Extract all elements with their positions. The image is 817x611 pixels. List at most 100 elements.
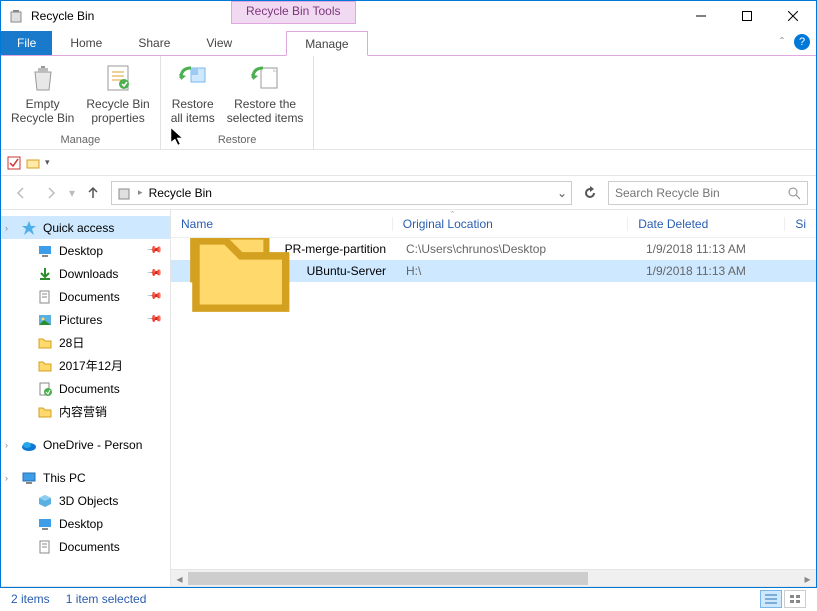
restore-selected-items-button[interactable]: Restore the selected items — [221, 58, 310, 132]
restore-all-icon — [177, 62, 209, 94]
navigation-bar: ▾ ▸ Recycle Bin ⌄ — [1, 176, 816, 210]
star-icon — [21, 220, 37, 236]
pin-icon: 📌 — [145, 288, 162, 305]
chevron-right-icon[interactable]: › — [5, 223, 8, 233]
pin-icon: 📌 — [145, 242, 162, 259]
documents-icon — [37, 539, 53, 555]
recycle-bin-app-icon — [8, 8, 24, 24]
column-size[interactable]: Si — [784, 217, 816, 231]
title-bar: Recycle Bin Recycle Bin Tools — [1, 1, 816, 31]
chevron-right-icon[interactable]: › — [5, 473, 8, 483]
address-bar[interactable]: ▸ Recycle Bin ⌄ — [111, 181, 572, 205]
large-icons-view-button[interactable] — [784, 590, 806, 608]
restore-selected-icon — [249, 62, 281, 94]
sidebar-item[interactable]: 3D Objects — [1, 489, 170, 512]
sidebar-item[interactable]: Pictures📌 — [1, 308, 170, 331]
folder-icon — [181, 238, 301, 331]
sidebar-this-pc[interactable]: › This PC — [1, 466, 170, 489]
documents-icon — [37, 289, 53, 305]
horizontal-scrollbar[interactable]: ◂ ▸ — [171, 569, 816, 586]
status-bar: 2 items 1 item selected — [1, 586, 816, 611]
sidebar-item[interactable]: Documents — [1, 377, 170, 400]
table-row[interactable]: UBuntu-ServerH:\1/9/2018 11:13 AM — [171, 260, 816, 282]
pin-icon: 📌 — [145, 311, 162, 328]
sidebar-item[interactable]: Downloads📌 — [1, 262, 170, 285]
maximize-button[interactable] — [724, 1, 770, 31]
search-box[interactable] — [608, 181, 808, 205]
ribbon-group-label: Restore — [218, 132, 257, 149]
search-input[interactable] — [615, 186, 787, 200]
recycle-bin-icon — [116, 185, 132, 201]
sidebar-item[interactable]: Desktop — [1, 512, 170, 535]
contextual-tab-label: Recycle Bin Tools — [231, 1, 356, 24]
folder-icon — [37, 404, 53, 420]
sidebar-item[interactable]: 内容营销 — [1, 400, 170, 423]
tab-share[interactable]: Share — [120, 31, 188, 55]
tab-manage[interactable]: Manage — [286, 31, 367, 56]
sidebar-item[interactable]: 28日 — [1, 331, 170, 354]
this-pc-icon — [21, 470, 37, 486]
history-dropdown-icon[interactable]: ▾ — [69, 186, 75, 200]
empty-recycle-bin-button[interactable]: Empty Recycle Bin — [5, 58, 80, 132]
scroll-right-icon[interactable]: ▸ — [799, 570, 816, 586]
sidebar-item[interactable]: 2017年12月 — [1, 354, 170, 377]
ribbon-tabs: File Home Share View Manage ˆ ? — [1, 31, 816, 56]
forward-button[interactable] — [39, 181, 63, 205]
close-button[interactable] — [770, 1, 816, 31]
restore-all-items-button[interactable]: Restore all items — [165, 58, 221, 132]
qat-dropdown-icon[interactable]: ▾ — [45, 157, 50, 168]
downloads-icon — [37, 266, 53, 282]
file-list[interactable]: PR-merge-partitionC:\Users\chrunos\Deskt… — [171, 238, 816, 569]
sidebar-onedrive[interactable]: › OneDrive - Person — [1, 433, 170, 456]
scroll-left-icon[interactable]: ◂ — [171, 570, 188, 586]
help-icon[interactable]: ? — [794, 34, 810, 50]
chevron-right-icon[interactable]: › — [5, 440, 8, 450]
tab-home[interactable]: Home — [52, 31, 120, 55]
column-name[interactable]: Name — [171, 217, 392, 231]
pin-icon: 📌 — [145, 265, 162, 282]
column-date-deleted[interactable]: Date Deleted — [627, 217, 784, 231]
desktop-icon — [37, 516, 53, 532]
new-folder-icon[interactable] — [25, 155, 41, 171]
search-icon[interactable] — [787, 186, 801, 200]
details-view-button[interactable] — [760, 590, 782, 608]
breadcrumb[interactable]: Recycle Bin — [149, 186, 212, 200]
sidebar-item[interactable]: Documents — [1, 535, 170, 558]
ribbon-group-label: Manage — [60, 132, 100, 149]
sidebar-item[interactable]: Desktop📌 — [1, 239, 170, 262]
sort-ascending-icon: ˆ — [451, 210, 454, 220]
minimize-button[interactable] — [678, 1, 724, 31]
column-original-location[interactable]: Original Location — [392, 217, 627, 231]
window-title: Recycle Bin — [31, 9, 94, 23]
desktop-icon — [37, 243, 53, 259]
3d-objects-icon — [37, 493, 53, 509]
refresh-button[interactable] — [578, 181, 602, 205]
address-dropdown-icon[interactable]: ⌄ — [557, 186, 567, 200]
column-headers: Name ˆ Original Location Date Deleted Si — [171, 210, 816, 238]
tab-view[interactable]: View — [188, 31, 250, 55]
ribbon-group-manage: Empty Recycle Bin Recycle Bin properties… — [1, 56, 161, 149]
documents-green-icon — [37, 381, 53, 397]
back-button[interactable] — [9, 181, 33, 205]
properties-icon — [102, 62, 134, 94]
sidebar-quick-access[interactable]: › Quick access — [1, 216, 170, 239]
recycle-bin-icon — [27, 62, 59, 94]
file-list-pane: Name ˆ Original Location Date Deleted Si… — [171, 210, 816, 586]
quick-access-toolbar: ▾ — [1, 150, 816, 176]
collapse-ribbon-icon[interactable]: ˆ — [780, 35, 784, 49]
pictures-icon — [37, 312, 53, 328]
folder-icon — [37, 358, 53, 374]
chevron-right-icon[interactable]: ▸ — [138, 187, 143, 198]
status-selection-count: 1 item selected — [66, 592, 147, 606]
properties-checkbox-icon[interactable] — [7, 156, 21, 170]
folder-icon — [37, 335, 53, 351]
scrollbar-thumb[interactable] — [188, 572, 588, 585]
ribbon-group-restore: Restore all items Restore the selected i… — [161, 56, 315, 149]
onedrive-icon — [21, 437, 37, 453]
sidebar-item[interactable]: Documents📌 — [1, 285, 170, 308]
file-tab[interactable]: File — [1, 31, 52, 55]
navigation-pane: › Quick access Desktop📌Downloads📌Documen… — [1, 210, 171, 586]
up-button[interactable] — [81, 181, 105, 205]
ribbon: Empty Recycle Bin Recycle Bin properties… — [1, 56, 816, 150]
recycle-bin-properties-button[interactable]: Recycle Bin properties — [80, 58, 155, 132]
